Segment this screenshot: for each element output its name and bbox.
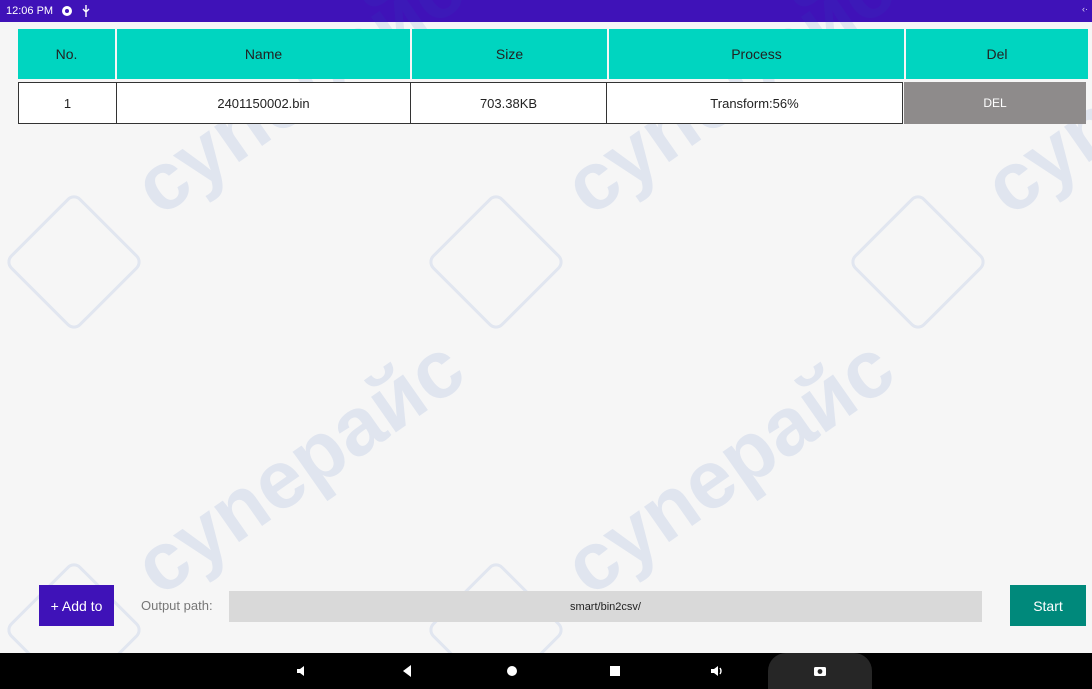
home-icon[interactable] bbox=[492, 653, 532, 689]
volume-down-icon[interactable] bbox=[282, 653, 322, 689]
watermark: cynepaйс bbox=[117, 320, 481, 613]
table-header: No. Name Size Process Del bbox=[18, 29, 1092, 79]
status-time: 12:06 PM bbox=[6, 5, 54, 17]
watermark-logo-icon bbox=[3, 191, 145, 333]
watermark-logo-icon bbox=[425, 191, 567, 333]
add-file-button[interactable]: + Add to bbox=[39, 585, 114, 626]
settings-icon bbox=[61, 5, 73, 17]
volume-up-icon[interactable] bbox=[698, 653, 738, 689]
header-del: Del bbox=[906, 29, 1088, 79]
header-no: No. bbox=[18, 29, 117, 79]
cell-no: 1 bbox=[18, 82, 117, 124]
usb-icon bbox=[81, 5, 91, 17]
watermark: cynepaйс bbox=[547, 320, 911, 613]
table-row: 1 2401150002.bin 703.38KB Transform:56% … bbox=[18, 82, 1092, 124]
cell-name: 2401150002.bin bbox=[116, 82, 411, 124]
header-process: Process bbox=[609, 29, 906, 79]
header-name: Name bbox=[117, 29, 412, 79]
output-path-field[interactable]: smart/bin2csv/ bbox=[229, 591, 982, 622]
status-bar: 12:06 PM ‹· bbox=[0, 0, 1092, 22]
back-icon[interactable] bbox=[387, 653, 427, 689]
header-size: Size bbox=[412, 29, 609, 79]
start-button[interactable]: Start bbox=[1010, 585, 1086, 626]
file-table: No. Name Size Process Del 1 2401150002.b… bbox=[18, 29, 1092, 124]
watermark-logo-icon bbox=[847, 191, 989, 333]
output-path-label: Output path: bbox=[141, 598, 213, 613]
recents-icon[interactable] bbox=[595, 653, 635, 689]
cell-process: Transform:56% bbox=[606, 82, 903, 124]
signal-icon: ‹· bbox=[1082, 4, 1088, 14]
screenshot-icon[interactable] bbox=[800, 653, 840, 689]
delete-button[interactable]: DEL bbox=[904, 82, 1086, 124]
cell-size: 703.38KB bbox=[410, 82, 607, 124]
navigation-bar bbox=[0, 653, 1092, 689]
